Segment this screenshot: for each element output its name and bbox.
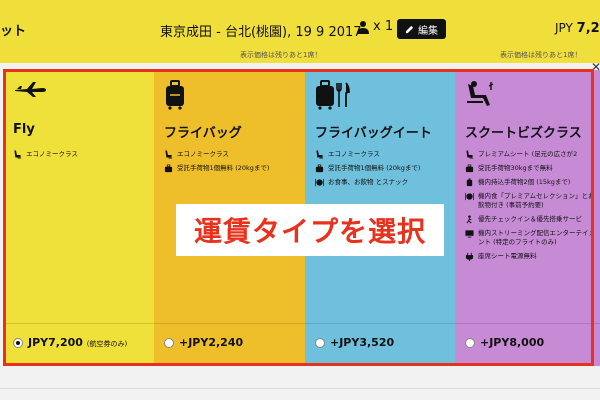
passenger-count: x 1 bbox=[356, 19, 393, 34]
airplane-icon bbox=[15, 82, 46, 97]
edit-button[interactable]: 編集 bbox=[397, 19, 446, 39]
feature-item: 受託手荷物1個無料 (20kgまで) bbox=[164, 164, 298, 173]
fare-price-note: (航空券のみ) bbox=[86, 340, 128, 348]
seat-icon bbox=[14, 150, 22, 159]
bottom-area bbox=[0, 370, 600, 400]
logo-text: ット bbox=[0, 24, 27, 39]
fare-name: Fly bbox=[13, 122, 35, 137]
fare-price-value: JPY7,200 bbox=[28, 336, 83, 349]
fare-features: エコノミークラス 受託手荷物1個無料 (20kgまで) お食事、お飲物 とスナッ… bbox=[315, 150, 449, 192]
feature-text: エコノミークラス bbox=[177, 150, 229, 158]
fare-price: +JPY3,520 bbox=[330, 336, 394, 349]
flight-route: 東京成田 - 台北(桃園), 19 9 2017 bbox=[160, 25, 362, 40]
feature-item: 機内食「プレミアムセレクション」とお飲物付き (事前予約要) bbox=[465, 192, 599, 210]
feature-item: エコノミークラス bbox=[164, 150, 298, 159]
seat-icon bbox=[316, 150, 324, 159]
fare-radio-scootbiz[interactable] bbox=[465, 338, 475, 348]
seats-left-note: 表示価格は残りあと1席！ bbox=[240, 51, 322, 59]
fare-name: フライバッグイート bbox=[315, 126, 432, 141]
fare-price: +JPY8,000 bbox=[480, 336, 544, 349]
feature-item: 機内ストリーミング配信エンターテイメント (特定のフライトのみ) bbox=[465, 229, 599, 247]
feature-text: エコノミークラス bbox=[328, 150, 380, 158]
fare-radio-flybag[interactable] bbox=[164, 338, 174, 348]
luggage-icon bbox=[315, 164, 324, 173]
fare-option-fly[interactable]: Fly エコノミークラス JPY7,200 (航空券のみ) bbox=[3, 70, 154, 366]
pencil-icon bbox=[405, 25, 414, 33]
meal-icon bbox=[315, 178, 324, 187]
fare-name: フライバッグ bbox=[164, 126, 242, 141]
fare-footer: +JPY8,000 bbox=[455, 323, 600, 366]
fare-radio-flybageat[interactable] bbox=[315, 338, 325, 348]
annotation-label-text: 運賃タイプを選択 bbox=[193, 215, 426, 248]
feature-item: 優先チェックイン＆優先搭乗サービ bbox=[465, 215, 599, 224]
feature-text: 機内持込手荷物2個 (15kgまで) bbox=[478, 178, 571, 186]
luggage-icon bbox=[164, 164, 173, 173]
fare-footer: +JPY2,240 bbox=[154, 323, 305, 366]
fare-features: プレミアムシート (足元の広さが2 受託手荷物30kgまで無料 機内持込手荷物2… bbox=[465, 150, 599, 266]
total-price-currency: JPY bbox=[555, 21, 573, 35]
edit-label: 編集 bbox=[418, 25, 438, 37]
fare-price: JPY7,200 (航空券のみ) bbox=[28, 336, 127, 349]
power-icon bbox=[465, 252, 474, 261]
luggage-icon bbox=[465, 164, 474, 173]
seat-icon bbox=[165, 150, 173, 159]
feature-item: エコノミークラス bbox=[13, 150, 147, 159]
feature-text: プレミアムシート (足元の広さが2 bbox=[478, 150, 578, 158]
feature-item: お食事、お飲物 とスナック bbox=[315, 178, 449, 187]
screen-icon bbox=[465, 230, 474, 238]
fare-footer: +JPY3,520 bbox=[305, 323, 455, 366]
feature-text: 受託手荷物30kgまで無料 bbox=[478, 164, 553, 172]
feature-text: 受託手荷物1個無料 (20kgまで) bbox=[328, 164, 421, 172]
feature-item: エコノミークラス bbox=[315, 150, 449, 159]
fare-price-value: +JPY3,520 bbox=[330, 336, 395, 349]
seats-left-note-2: 表示価格は残りあと1席！ bbox=[500, 51, 582, 59]
total-price-value: 7,20 bbox=[576, 21, 600, 36]
feature-text: お食事、お飲物 とスナック bbox=[328, 178, 409, 186]
feature-item: プレミアムシート (足元の広さが2 bbox=[465, 150, 599, 159]
person-icon bbox=[357, 20, 369, 34]
meal-icon bbox=[465, 192, 474, 201]
fare-radio-fly[interactable] bbox=[13, 338, 23, 348]
fare-features: エコノミークラス bbox=[13, 150, 147, 164]
feature-item: 機内持込手荷物2個 (15kgまで) bbox=[465, 178, 599, 187]
feature-text: 座席シート電源無料 bbox=[478, 252, 537, 260]
feature-text: 優先チェックイン＆優先搭乗サービ bbox=[478, 215, 582, 223]
annotation-label: 運賃タイプを選択 bbox=[176, 204, 444, 256]
total-price: JPY 7,20 bbox=[555, 21, 600, 36]
feature-item: 座席シート電源無料 bbox=[465, 252, 599, 261]
fare-price-value: +JPY2,240 bbox=[179, 336, 244, 349]
fare-footer: JPY7,200 (航空券のみ) bbox=[3, 323, 154, 366]
passenger-count-value: x 1 bbox=[373, 19, 394, 34]
fare-option-scootbiz[interactable]: スクートビズクラス プレミアムシート (足元の広さが2 受託手荷物30kgまで無… bbox=[455, 70, 600, 366]
fare-price: +JPY2,240 bbox=[179, 336, 243, 349]
close-icon[interactable]: ✕ bbox=[591, 60, 600, 74]
feature-text: 機内食「プレミアムセレクション」とお飲物付き (事前予約要) bbox=[478, 192, 595, 209]
priority-icon bbox=[466, 215, 472, 224]
luggage-icon bbox=[166, 80, 184, 110]
fare-price-value: +JPY8,000 bbox=[480, 336, 545, 349]
feature-text: エコノミークラス bbox=[26, 150, 78, 158]
recliner-seat-icon bbox=[467, 81, 494, 106]
carry-on-icon bbox=[466, 178, 473, 187]
fare-features: エコノミークラス 受託手荷物1個無料 (20kgまで) bbox=[164, 150, 298, 178]
seat-icon bbox=[466, 150, 474, 159]
feature-item: 受託手荷物1個無料 (20kgまで) bbox=[315, 164, 449, 173]
fare-name: スクートビズクラス bbox=[465, 126, 582, 141]
feature-text: 受託手荷物1個無料 (20kgまで) bbox=[177, 164, 270, 172]
feature-item: 受託手荷物30kgまで無料 bbox=[465, 164, 599, 173]
feature-text: 機内ストリーミング配信エンターテイメント (特定のフライトのみ) bbox=[478, 229, 595, 246]
divider bbox=[0, 388, 600, 389]
luggage-meal-icon bbox=[316, 80, 350, 110]
